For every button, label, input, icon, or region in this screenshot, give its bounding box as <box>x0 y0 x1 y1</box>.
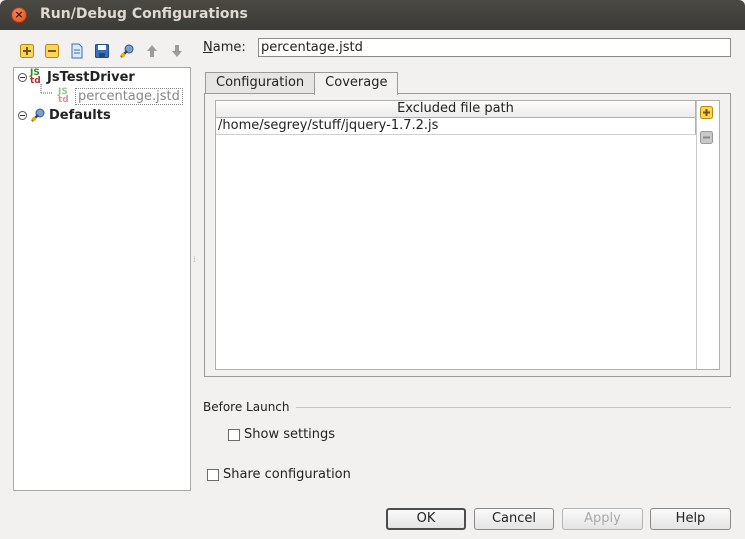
show-settings-checkbox[interactable]: Show settings <box>228 427 335 442</box>
table-row[interactable]: /home/segrey/stuff/jquery-1.7.2.js <box>216 118 696 135</box>
share-configuration-label: Share configuration <box>223 467 351 482</box>
run-debug-configurations-window: × Run/Debug Configurations JS td JsTestD… <box>0 0 745 539</box>
configuration-tree[interactable]: JS td JsTestDriver JS td percentage.jstd D… <box>13 67 191 491</box>
help-button[interactable]: Help <box>650 508 731 530</box>
excluded-paths-table[interactable]: Excluded file path /home/segrey/stuff/jq… <box>215 100 720 370</box>
show-settings-label: Show settings <box>244 427 336 442</box>
config-toolbar <box>17 42 186 60</box>
jstestdriver-icon: JS td <box>30 68 41 86</box>
before-launch-divider <box>296 407 731 408</box>
title-bar: × Run/Debug Configurations <box>0 0 745 30</box>
tree-item-label: percentage.jstd <box>75 87 183 105</box>
tree-group-jstestdriver[interactable]: JS td JsTestDriver <box>18 68 135 86</box>
show-settings-box[interactable] <box>228 428 240 441</box>
tree-group-label: JsTestDriver <box>47 69 135 85</box>
move-up-icon[interactable] <box>142 42 161 60</box>
remove-icon[interactable] <box>42 42 61 60</box>
add-icon[interactable] <box>17 42 36 60</box>
close-icon[interactable]: × <box>11 7 27 23</box>
save-icon[interactable] <box>92 42 111 60</box>
tab-configuration[interactable]: Configuration <box>205 72 316 94</box>
edit-defaults-icon[interactable] <box>117 42 136 60</box>
cancel-button[interactable]: Cancel <box>474 508 554 530</box>
column-header-excluded-path[interactable]: Excluded file path <box>216 101 696 118</box>
coverage-panel: Excluded file path /home/segrey/stuff/jq… <box>204 93 731 377</box>
window-title: Run/Debug Configurations <box>40 6 248 22</box>
share-configuration-checkbox[interactable]: Share configuration <box>207 467 351 482</box>
tree-item-percentage-jstd[interactable]: JS td percentage.jstd <box>58 87 183 105</box>
remove-path-icon[interactable] <box>700 131 713 144</box>
tree-expand-icon[interactable] <box>18 110 27 120</box>
share-configuration-box[interactable] <box>207 468 219 481</box>
add-path-icon[interactable] <box>700 106 713 119</box>
tab-strip: Configuration Coverage <box>205 72 399 95</box>
tree-group-defaults[interactable]: Defaults <box>18 106 111 124</box>
name-label: Name: <box>203 40 246 55</box>
tab-coverage[interactable]: Coverage <box>314 72 399 95</box>
table-divider <box>696 101 697 369</box>
tree-collapse-icon[interactable] <box>18 72 27 82</box>
apply-button[interactable]: Apply <box>562 508 643 530</box>
splitter-handle[interactable]: ⁞ <box>193 255 196 264</box>
defaults-icon <box>31 108 45 122</box>
ok-button[interactable]: OK <box>386 508 466 530</box>
before-launch-label: Before Launch <box>203 400 290 414</box>
name-input[interactable] <box>258 38 731 57</box>
jstestdriver-file-icon: JS td <box>58 87 69 105</box>
copy-icon[interactable] <box>67 42 86 60</box>
tree-defaults-label: Defaults <box>49 107 111 123</box>
tree-connector <box>40 84 52 94</box>
move-down-icon[interactable] <box>167 42 186 60</box>
